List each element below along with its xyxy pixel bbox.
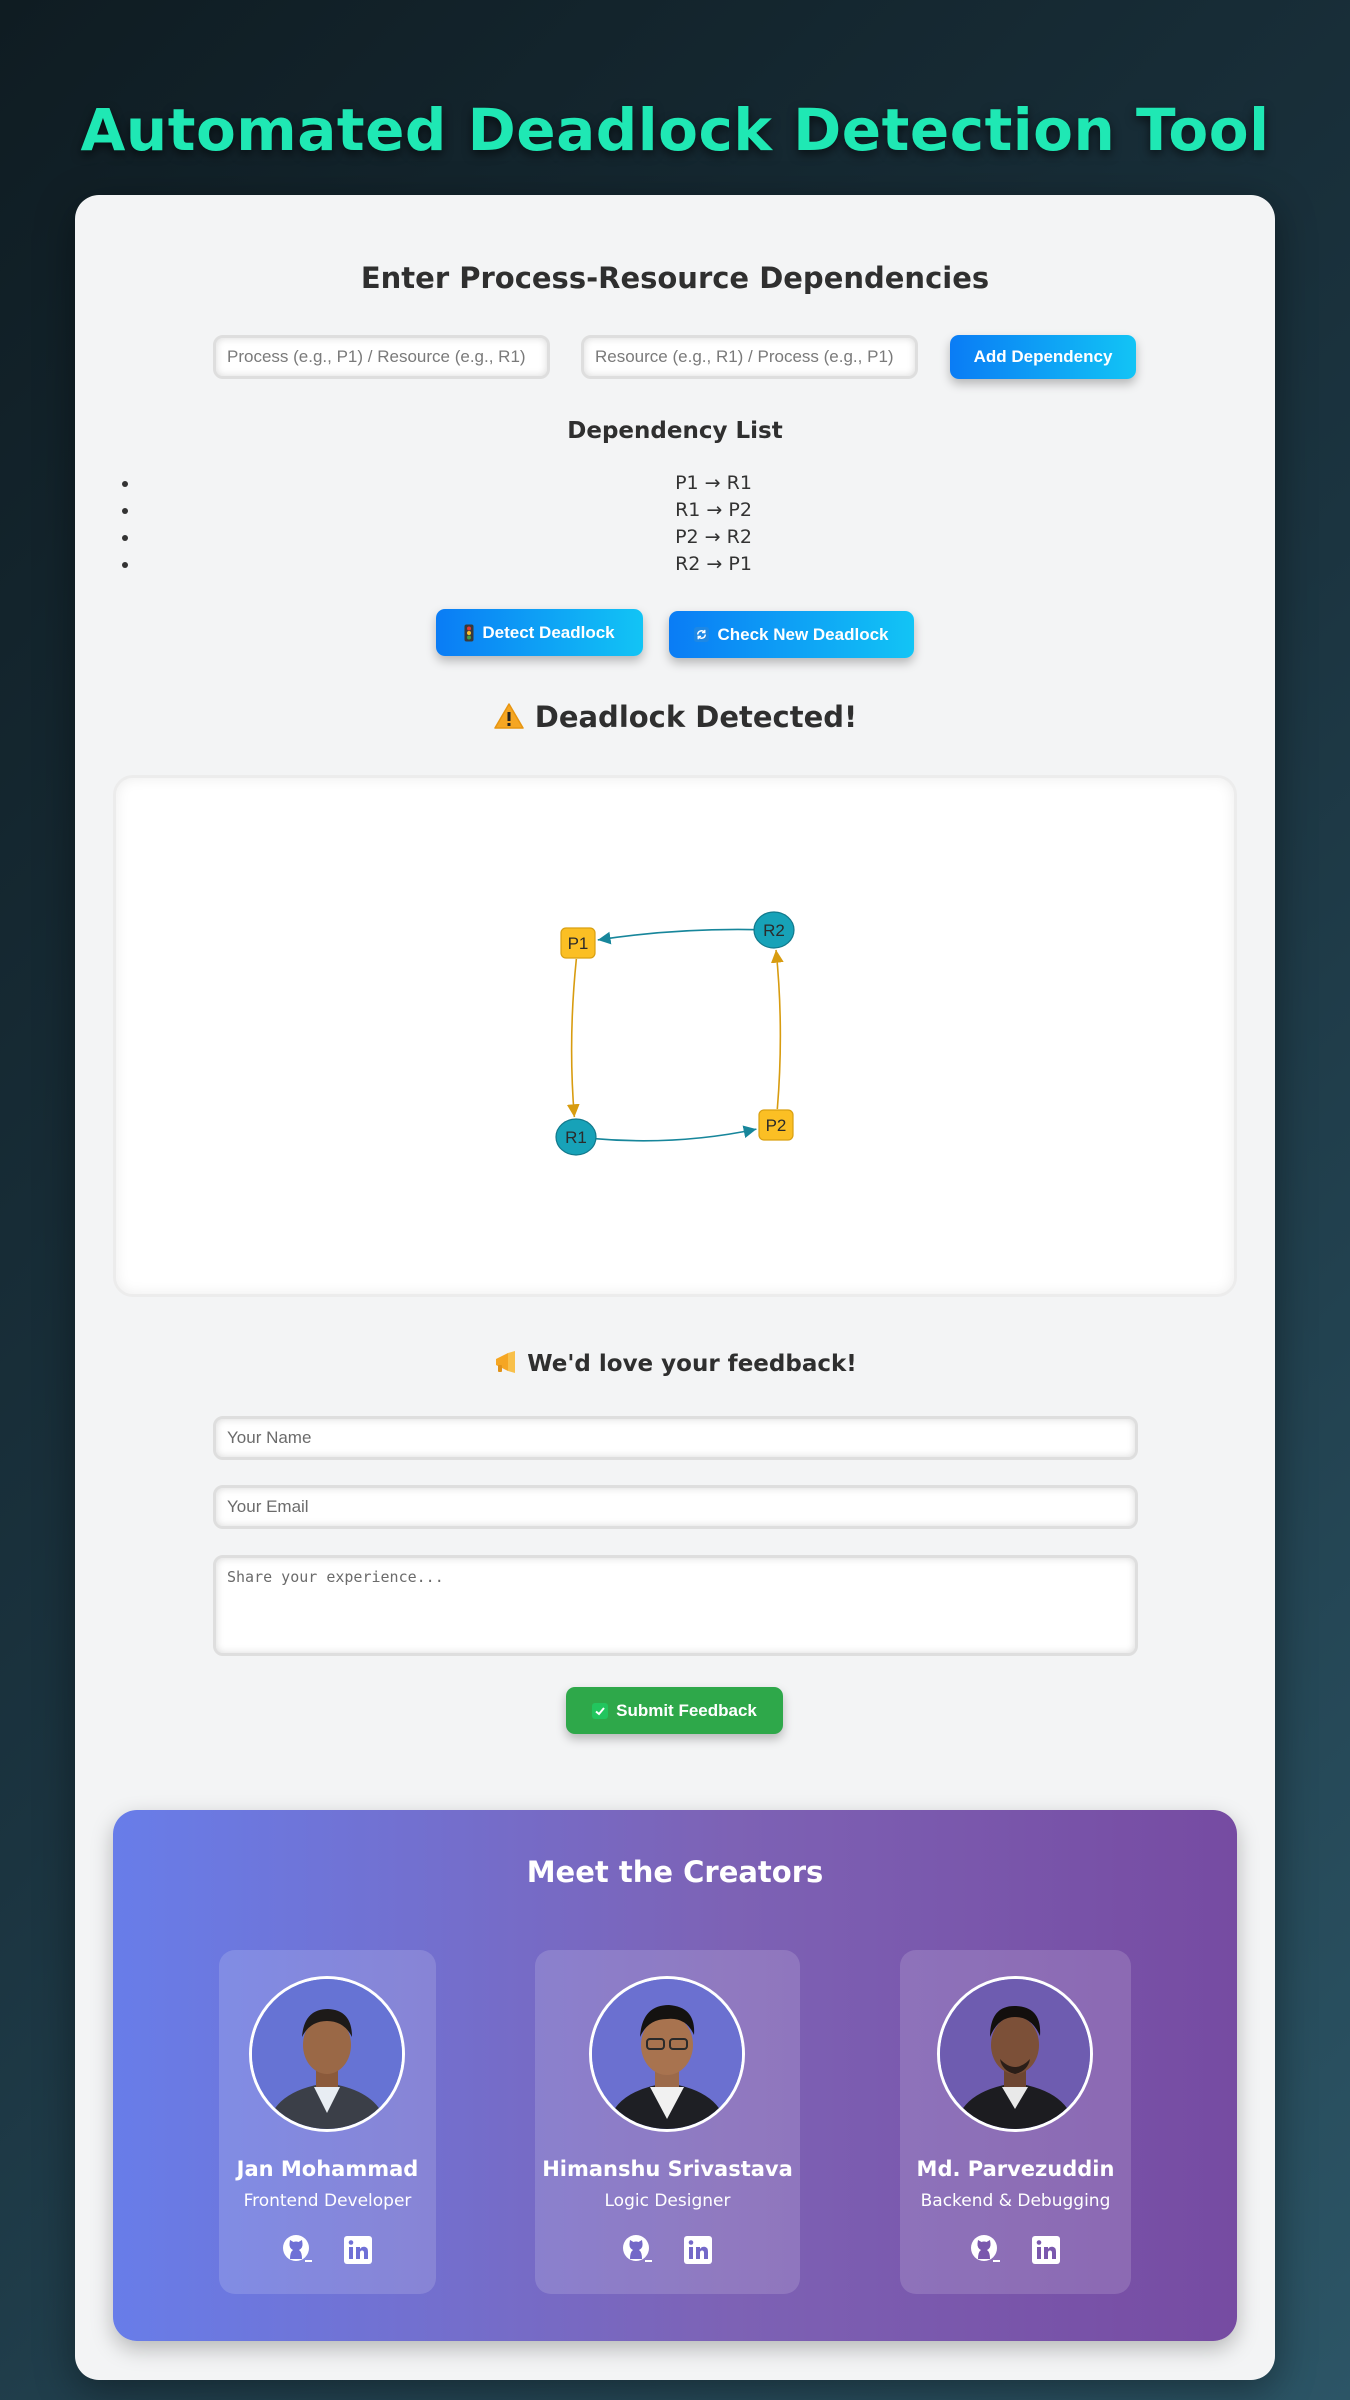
email-field[interactable] xyxy=(213,1485,1138,1529)
add-dependency-label: Add Dependency xyxy=(973,347,1113,366)
graph-node-label: R2 xyxy=(763,921,785,940)
linkedin-icon[interactable] xyxy=(341,2233,375,2267)
feedback-message-field[interactable] xyxy=(213,1555,1138,1656)
list-item: P1 → R1 xyxy=(140,470,1230,497)
avatar xyxy=(249,1976,405,2132)
dependency-list: P1 → R1 R1 → P2 P2 → R2 R2 → P1 xyxy=(140,470,1230,578)
avatar xyxy=(589,1976,745,2132)
list-item: R2 → P1 xyxy=(140,551,1230,578)
main-card: Enter Process-Resource Dependencies Add … xyxy=(75,195,1275,2380)
creator-role: Logic Designer xyxy=(604,2191,731,2211)
avatar xyxy=(937,1976,1093,2132)
github-icon[interactable] xyxy=(621,2233,655,2267)
detect-deadlock-label: Detect Deadlock xyxy=(482,622,615,642)
add-dependency-button[interactable]: Add Dependency xyxy=(950,335,1136,379)
graph-node-p2[interactable]: P2 xyxy=(758,1109,794,1141)
graph-node-r2[interactable]: R2 xyxy=(753,911,795,949)
check-new-deadlock-label: Check New Deadlock xyxy=(717,624,889,644)
submit-feedback-button[interactable]: Submit Feedback xyxy=(566,1687,783,1734)
feedback-title: We'd love your feedback! xyxy=(75,1350,1275,1377)
graph-node-r1[interactable]: R1 xyxy=(555,1118,597,1156)
social-links xyxy=(219,2233,436,2267)
github-icon[interactable] xyxy=(281,2233,315,2267)
creator-card: Jan Mohammad Frontend Developer xyxy=(219,1950,436,2294)
creator-role: Backend & Debugging xyxy=(920,2191,1111,2211)
dependency-graph: P1 R1 P2 R2 xyxy=(113,775,1237,1297)
graph-node-label: R1 xyxy=(565,1128,587,1147)
graph-node-label: P1 xyxy=(568,934,589,953)
dependency-list-title: Dependency List xyxy=(567,418,783,444)
page-title: Automated Deadlock Detection Tool xyxy=(80,96,1270,164)
graph-node-label: P2 xyxy=(766,1116,787,1135)
graph-node-p1[interactable]: P1 xyxy=(560,927,596,959)
warning-icon xyxy=(494,703,524,729)
linkedin-icon[interactable] xyxy=(1029,2233,1063,2267)
check-new-deadlock-button[interactable]: Check New Deadlock xyxy=(669,611,914,658)
graph-edge-p2-r2 xyxy=(770,949,784,1110)
github-icon[interactable] xyxy=(969,2233,1003,2267)
name-field[interactable] xyxy=(213,1416,1138,1460)
graph-edge-p1-r1 xyxy=(566,958,580,1118)
deadlock-result: Deadlock Detected! xyxy=(75,700,1275,734)
deadlock-result-text: Deadlock Detected! xyxy=(534,700,858,734)
creators-section: Meet the Creators Jan Mohammad Frontend … xyxy=(113,1810,1237,2341)
creator-role: Frontend Developer xyxy=(243,2191,412,2211)
dependency-graph-canvas[interactable]: P1 R1 P2 R2 xyxy=(116,778,1234,1294)
graph-edge-r2-p1 xyxy=(597,928,759,945)
from-node-input[interactable] xyxy=(213,335,550,379)
creator-name: Himanshu Srivastava xyxy=(542,2157,793,2181)
refresh-icon xyxy=(694,627,710,642)
submit-feedback-label: Submit Feedback xyxy=(616,1700,757,1720)
social-links xyxy=(535,2233,800,2267)
list-item: P2 → R2 xyxy=(140,524,1230,551)
detect-deadlock-button[interactable]: Detect Deadlock xyxy=(436,609,643,656)
creator-name: Jan Mohammad xyxy=(236,2157,419,2181)
traffic-light-icon xyxy=(464,624,474,641)
list-item: R1 → P2 xyxy=(140,497,1230,524)
feedback-title-text: We'd love your feedback! xyxy=(527,1351,857,1377)
social-links xyxy=(900,2233,1131,2267)
creator-card: Md. Parvezuddin Backend & Debugging xyxy=(900,1950,1131,2294)
megaphone-icon xyxy=(496,1351,516,1373)
check-icon xyxy=(592,1702,609,1719)
dependencies-title: Enter Process-Resource Dependencies xyxy=(360,261,990,295)
graph-edge-r1-p2 xyxy=(591,1125,757,1142)
creators-title: Meet the Creators xyxy=(526,1855,824,1889)
creator-name: Md. Parvezuddin xyxy=(916,2157,1115,2181)
creator-card: Himanshu Srivastava Logic Designer xyxy=(535,1950,800,2294)
linkedin-icon[interactable] xyxy=(681,2233,715,2267)
to-node-input[interactable] xyxy=(581,335,918,379)
